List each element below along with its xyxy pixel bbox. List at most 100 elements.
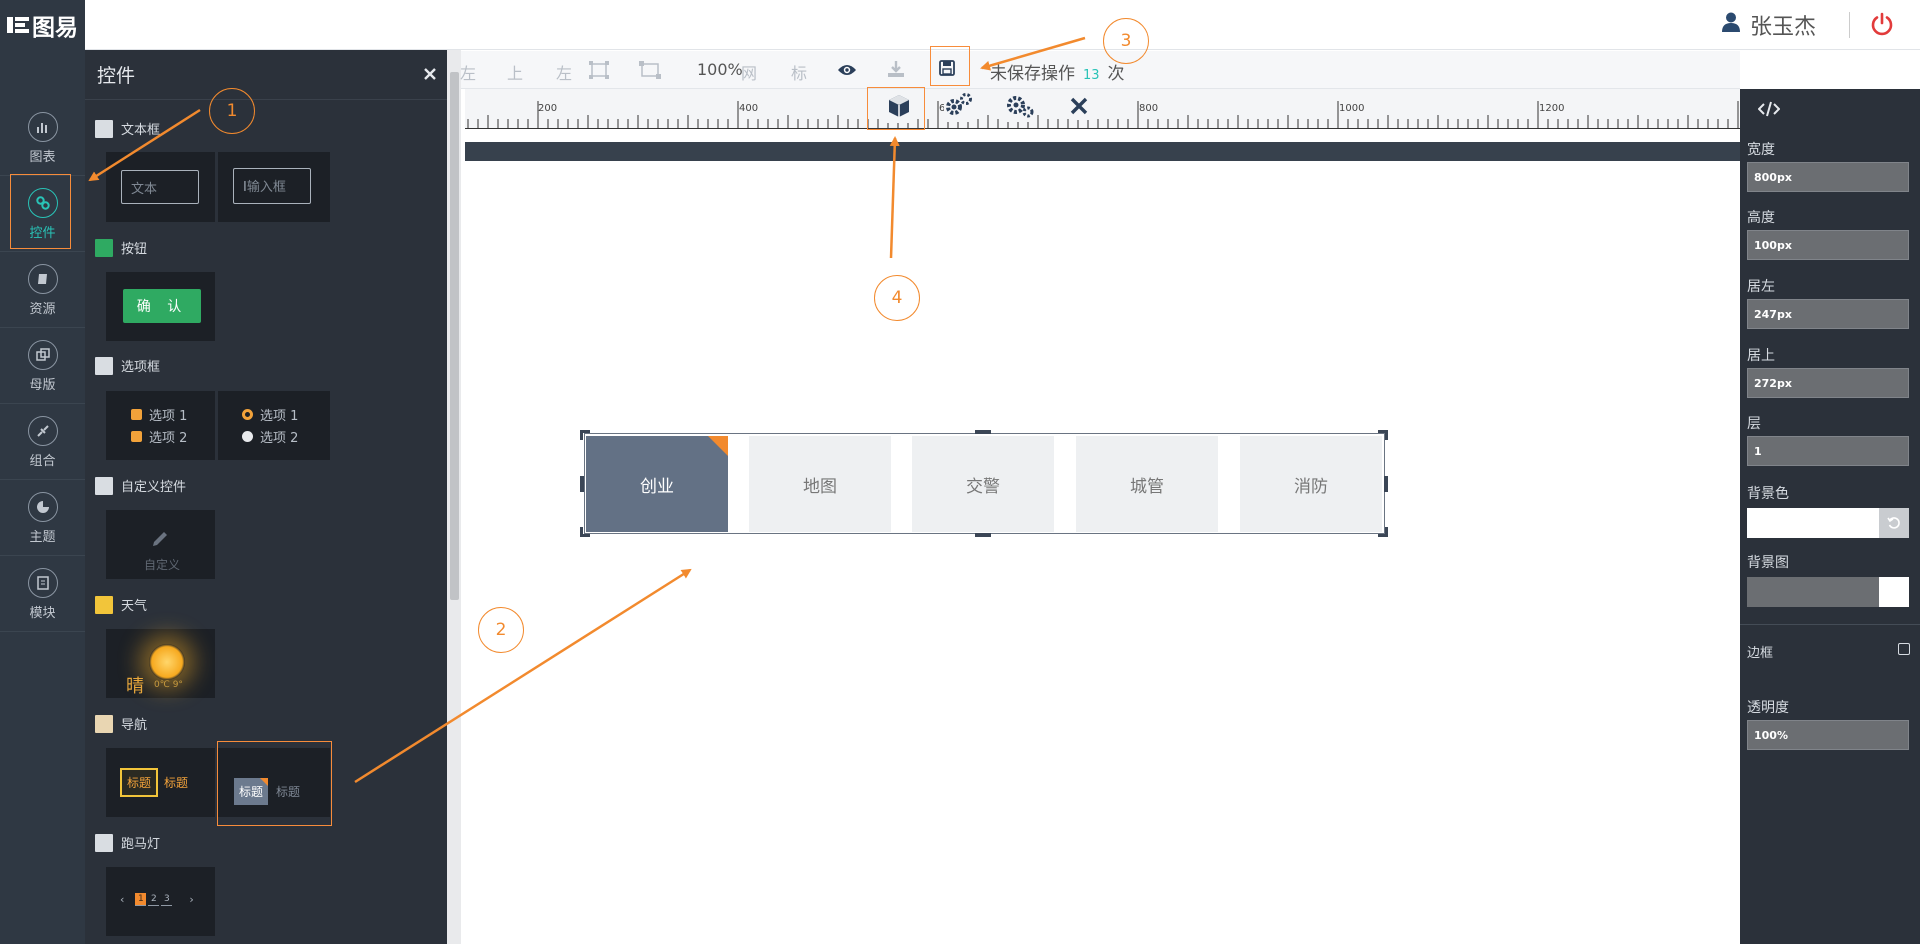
widget-radio[interactable]: 选项 1 选项 2 (218, 391, 330, 460)
resize-handle[interactable] (1384, 476, 1388, 492)
eye-icon[interactable] (837, 62, 857, 81)
navbar-widget[interactable]: 创业 地图 交警 城管 消防 (584, 433, 1385, 534)
highlight-cube (867, 87, 925, 130)
nav-label: 主题 (29, 530, 56, 545)
combine-icon (27, 416, 58, 446)
opacity-input[interactable]: 100% (1747, 720, 1909, 750)
nav-preview-yellow: 标题 标题 (120, 768, 188, 797)
grid-button[interactable]: 网 (741, 60, 757, 84)
unsaved-prefix: 未保存操作 (990, 64, 1075, 84)
height-label: 高度 (1747, 210, 1775, 226)
top-label: 居上 (1747, 348, 1775, 364)
resize-handle[interactable] (580, 430, 583, 440)
reset-icon[interactable] (1879, 508, 1909, 538)
align-left2-button[interactable]: 左 (556, 60, 572, 84)
delete-icon[interactable] (1069, 96, 1089, 120)
width-input[interactable]: 800px (1747, 162, 1909, 192)
widget-nav-yellow[interactable]: 标题 标题 (106, 748, 215, 817)
widget-button[interactable]: 确 认 (106, 272, 215, 341)
options-icon (95, 356, 113, 375)
top-divider (1849, 12, 1850, 38)
resize-icon[interactable] (639, 61, 661, 83)
design-canvas[interactable] (465, 161, 1740, 944)
close-icon[interactable] (423, 64, 437, 86)
bgimage-swatch[interactable] (1879, 577, 1909, 607)
custom-icon (95, 476, 113, 495)
height-input[interactable]: 100px (1747, 230, 1909, 260)
widget-marquee[interactable]: ‹ 1 2 3 › (106, 867, 215, 936)
properties-panel: 宽度 800px 高度 100px 居左 247px 居上 272px 层 1 … (1740, 89, 1920, 944)
code-icon[interactable] (1757, 101, 1781, 121)
nav-tab[interactable]: 创业 (586, 436, 728, 532)
fit-icon[interactable] (589, 61, 609, 83)
book-icon (27, 264, 58, 294)
marquee-icon (95, 833, 113, 852)
resize-handle[interactable] (580, 476, 584, 492)
nav-label: 图表 (29, 150, 56, 165)
props-divider (1740, 624, 1920, 625)
weather-icon (95, 595, 113, 614)
layer-input[interactable]: 1 (1747, 436, 1909, 466)
nav-label: 资源 (29, 302, 56, 317)
nav-item-modules[interactable]: 模块 (0, 556, 85, 632)
resize-handle[interactable] (580, 527, 583, 537)
nav-tab[interactable]: 消防 (1240, 436, 1382, 532)
widget-weather[interactable]: 晴 0℃ 9° (106, 629, 215, 698)
unsaved-count: 13 (1083, 68, 1100, 83)
resize-handle[interactable] (1385, 527, 1388, 537)
nav-tab[interactable]: 城管 (1076, 436, 1218, 532)
nav-label: 组合 (29, 454, 56, 469)
ruler-button[interactable]: 标 (791, 60, 807, 84)
bgimage-picker[interactable] (1747, 577, 1909, 607)
align-top-button[interactable]: 上 (507, 60, 523, 84)
checkbox-icon (131, 431, 142, 442)
radio-icon (242, 431, 253, 442)
left-input[interactable]: 247px (1747, 299, 1909, 329)
top-input[interactable]: 272px (1747, 368, 1909, 398)
widget-text[interactable]: 文本 (106, 152, 215, 222)
zoom-level[interactable]: 100% (697, 60, 743, 79)
resize-handle[interactable] (975, 533, 991, 537)
bgcolor-picker[interactable] (1747, 508, 1909, 538)
nav-item-themes[interactable]: 主题 (0, 480, 85, 556)
gears-icon[interactable] (944, 92, 974, 122)
nav-tab[interactable]: 地图 (749, 436, 891, 532)
bgcolor-label: 背景色 (1747, 486, 1789, 502)
widget-input[interactable]: I输入框 (218, 152, 330, 222)
bar-chart-icon (27, 112, 58, 142)
textbox-icon (95, 119, 113, 138)
border-label: 边框 (1747, 646, 1774, 661)
radio-icon (242, 409, 253, 420)
section-options: 选项框 (95, 356, 160, 375)
settings-icon[interactable] (1004, 92, 1034, 122)
resize-handle[interactable] (975, 430, 991, 434)
section-button: 按钮 (95, 238, 147, 257)
ruler-label: 1000 (1339, 103, 1365, 114)
widget-custom[interactable]: 自定义 (106, 510, 215, 579)
ruler-label: 400 (739, 103, 759, 114)
user-icon (1721, 12, 1740, 38)
annotation-marker: 2 (478, 607, 524, 653)
nav-item-groups[interactable]: 组合 (0, 404, 85, 480)
download-icon[interactable] (887, 60, 905, 82)
nav-item-charts[interactable]: 图表 (0, 100, 85, 176)
section-marquee: 跑马灯 (95, 833, 160, 852)
resize-handle[interactable] (1385, 430, 1388, 440)
logo-icon (7, 15, 29, 35)
canvas-top-strip (465, 142, 1740, 161)
nav-icon (95, 714, 113, 733)
horizontal-ruler: 200 400 600 800 1000 1200 (465, 89, 1740, 129)
radio-option: 选项 2 (242, 427, 298, 446)
align-left-button[interactable]: 左 (460, 60, 476, 84)
nav-tab[interactable]: 交警 (912, 436, 1054, 532)
bgimage-label: 背景图 (1747, 555, 1789, 571)
section-custom: 自定义控件 (95, 476, 186, 495)
power-icon[interactable] (1870, 12, 1894, 40)
widget-checkbox[interactable]: 选项 1 选项 2 (106, 391, 215, 460)
panel-scrollbar-thumb[interactable] (450, 72, 459, 600)
nav-item-resources[interactable]: 资源 (0, 252, 85, 328)
nav-item-masters[interactable]: 母版 (0, 328, 85, 404)
border-checkbox[interactable] (1898, 643, 1910, 655)
user-menu[interactable]: 张玉杰 (1721, 9, 1816, 41)
module-icon (27, 568, 58, 598)
